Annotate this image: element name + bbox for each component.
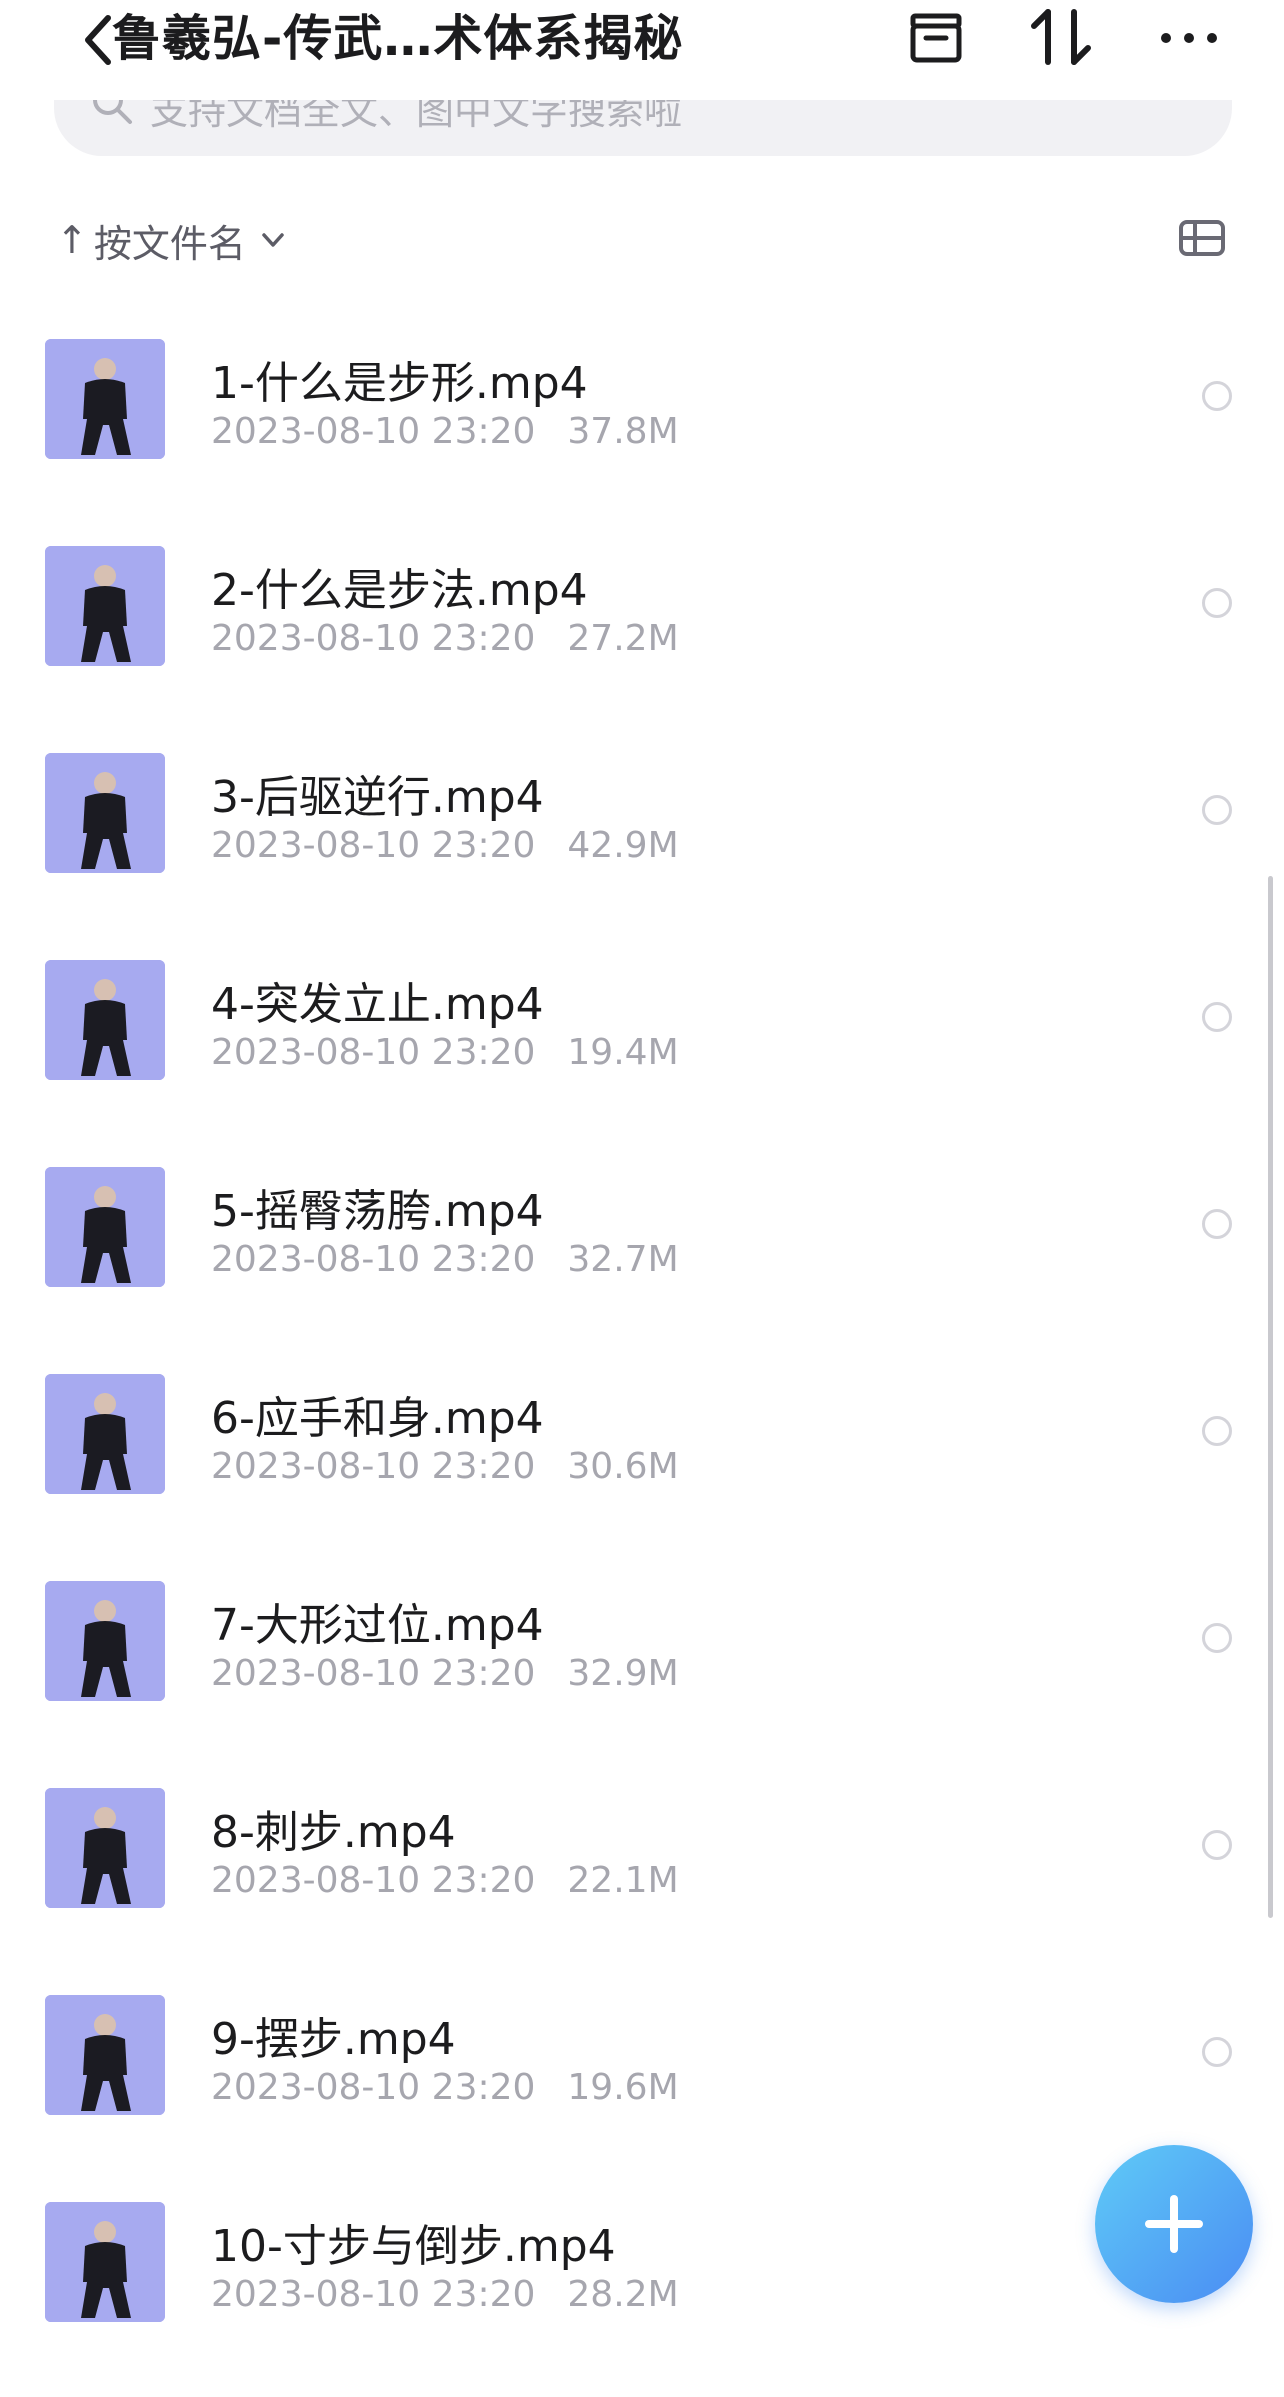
video-thumbnail — [45, 960, 165, 1080]
file-size: 37.8M — [567, 411, 679, 452]
file-date: 2023-08-10 23:20 — [211, 2274, 536, 2315]
file-row[interactable]: 1-什么是步形.mp4 2023-08-10 23:20 37.8M — [0, 327, 1284, 534]
sort-direction-arrow: ↑ — [56, 218, 88, 262]
more-dots-icon[interactable] — [1158, 6, 1220, 66]
video-thumbnail — [45, 339, 165, 459]
video-thumbnail — [45, 2202, 165, 2322]
file-date: 2023-08-10 23:20 — [211, 1239, 536, 1280]
file-size: 19.4M — [567, 1032, 679, 1073]
file-row[interactable]: 7-大形过位.mp4 2023-08-10 23:20 32.9M — [0, 1569, 1284, 1776]
file-name: 5-摇臀荡胯.mp4 — [211, 1186, 544, 1237]
file-name: 7-大形过位.mp4 — [211, 1600, 544, 1651]
file-meta: 2023-08-10 23:20 19.4M — [211, 1032, 679, 1073]
file-name: 2-什么是步法.mp4 — [211, 565, 588, 616]
select-radio[interactable] — [1202, 795, 1232, 825]
file-date: 2023-08-10 23:20 — [211, 1446, 536, 1487]
file-meta: 2023-08-10 23:20 32.9M — [211, 1653, 679, 1694]
archive-box-icon[interactable] — [908, 6, 964, 66]
select-radio[interactable] — [1202, 1209, 1232, 1239]
video-thumbnail — [45, 1995, 165, 2115]
file-row[interactable]: 5-摇臀荡胯.mp4 2023-08-10 23:20 32.7M — [0, 1155, 1284, 1362]
file-name: 4-突发立止.mp4 — [211, 979, 544, 1030]
file-size: 28.2M — [567, 2274, 679, 2315]
select-radio[interactable] — [1202, 1002, 1232, 1032]
file-size: 19.6M — [567, 2067, 679, 2108]
sort-label: 按文件名 — [93, 221, 246, 266]
file-row[interactable]: 3-后驱逆行.mp4 2023-08-10 23:20 42.9M — [0, 741, 1284, 948]
list-view-toggle-icon[interactable] — [1178, 218, 1226, 258]
select-radio[interactable] — [1202, 1830, 1232, 1860]
file-date: 2023-08-10 23:20 — [211, 1032, 536, 1073]
page-title: 鲁羲弘-传武…术体系揭秘 — [112, 10, 684, 67]
file-name: 10-寸步与倒步.mp4 — [211, 2221, 616, 2272]
video-thumbnail — [45, 1167, 165, 1287]
select-radio[interactable] — [1202, 588, 1232, 618]
chevron-down-icon — [262, 233, 284, 247]
file-size: 42.9M — [567, 825, 679, 866]
file-row[interactable]: 2-什么是步法.mp4 2023-08-10 23:20 27.2M — [0, 534, 1284, 741]
file-name: 1-什么是步形.mp4 — [211, 358, 588, 409]
video-thumbnail — [45, 1374, 165, 1494]
video-thumbnail — [45, 546, 165, 666]
file-name: 8-刺步.mp4 — [211, 1807, 456, 1858]
file-meta: 2023-08-10 23:20 22.1M — [211, 1860, 679, 1901]
file-size: 22.1M — [567, 1860, 679, 1901]
file-row[interactable]: 10-寸步与倒步.mp4 2023-08-10 23:20 28.2M — [0, 2190, 1284, 2397]
file-size: 30.6M — [567, 1446, 679, 1487]
file-meta: 2023-08-10 23:20 32.7M — [211, 1239, 679, 1280]
file-row[interactable]: 9-摆步.mp4 2023-08-10 23:20 19.6M — [0, 1983, 1284, 2190]
file-date: 2023-08-10 23:20 — [211, 1860, 536, 1901]
select-radio[interactable] — [1202, 1416, 1232, 1446]
file-meta: 2023-08-10 23:20 28.2M — [211, 2274, 679, 2315]
file-date: 2023-08-10 23:20 — [211, 825, 536, 866]
sort-arrows-icon[interactable] — [1030, 6, 1092, 66]
file-size: 27.2M — [567, 618, 679, 659]
file-meta: 2023-08-10 23:20 19.6M — [211, 2067, 679, 2108]
file-size: 32.7M — [567, 1239, 679, 1280]
select-radio[interactable] — [1202, 2037, 1232, 2067]
file-row[interactable]: 6-应手和身.mp4 2023-08-10 23:20 30.6M — [0, 1362, 1284, 1569]
file-meta: 2023-08-10 23:20 27.2M — [211, 618, 679, 659]
select-radio[interactable] — [1202, 1623, 1232, 1653]
video-thumbnail — [45, 1581, 165, 1701]
file-meta: 2023-08-10 23:20 30.6M — [211, 1446, 679, 1487]
select-radio[interactable] — [1202, 381, 1232, 411]
file-name: 9-摆步.mp4 — [211, 2014, 456, 2065]
file-row[interactable]: 4-突发立止.mp4 2023-08-10 23:20 19.4M — [0, 948, 1284, 1155]
top-bar: 鲁羲弘-传武…术体系揭秘 — [0, 0, 1284, 100]
video-thumbnail — [45, 753, 165, 873]
file-date: 2023-08-10 23:20 — [211, 1653, 536, 1694]
file-date: 2023-08-10 23:20 — [211, 411, 536, 452]
file-date: 2023-08-10 23:20 — [211, 2067, 536, 2108]
file-size: 32.9M — [567, 1653, 679, 1694]
file-meta: 2023-08-10 23:20 37.8M — [211, 411, 679, 452]
file-row[interactable]: 8-刺步.mp4 2023-08-10 23:20 22.1M — [0, 1776, 1284, 1983]
file-meta: 2023-08-10 23:20 42.9M — [211, 825, 679, 866]
file-date: 2023-08-10 23:20 — [211, 618, 536, 659]
file-name: 6-应手和身.mp4 — [211, 1393, 544, 1444]
add-button[interactable] — [1095, 2145, 1253, 2303]
video-thumbnail — [45, 1788, 165, 1908]
scrollbar[interactable] — [1268, 876, 1273, 1918]
sort-selector[interactable]: ↑ 按文件名 — [56, 210, 286, 270]
file-name: 3-后驱逆行.mp4 — [211, 772, 544, 823]
